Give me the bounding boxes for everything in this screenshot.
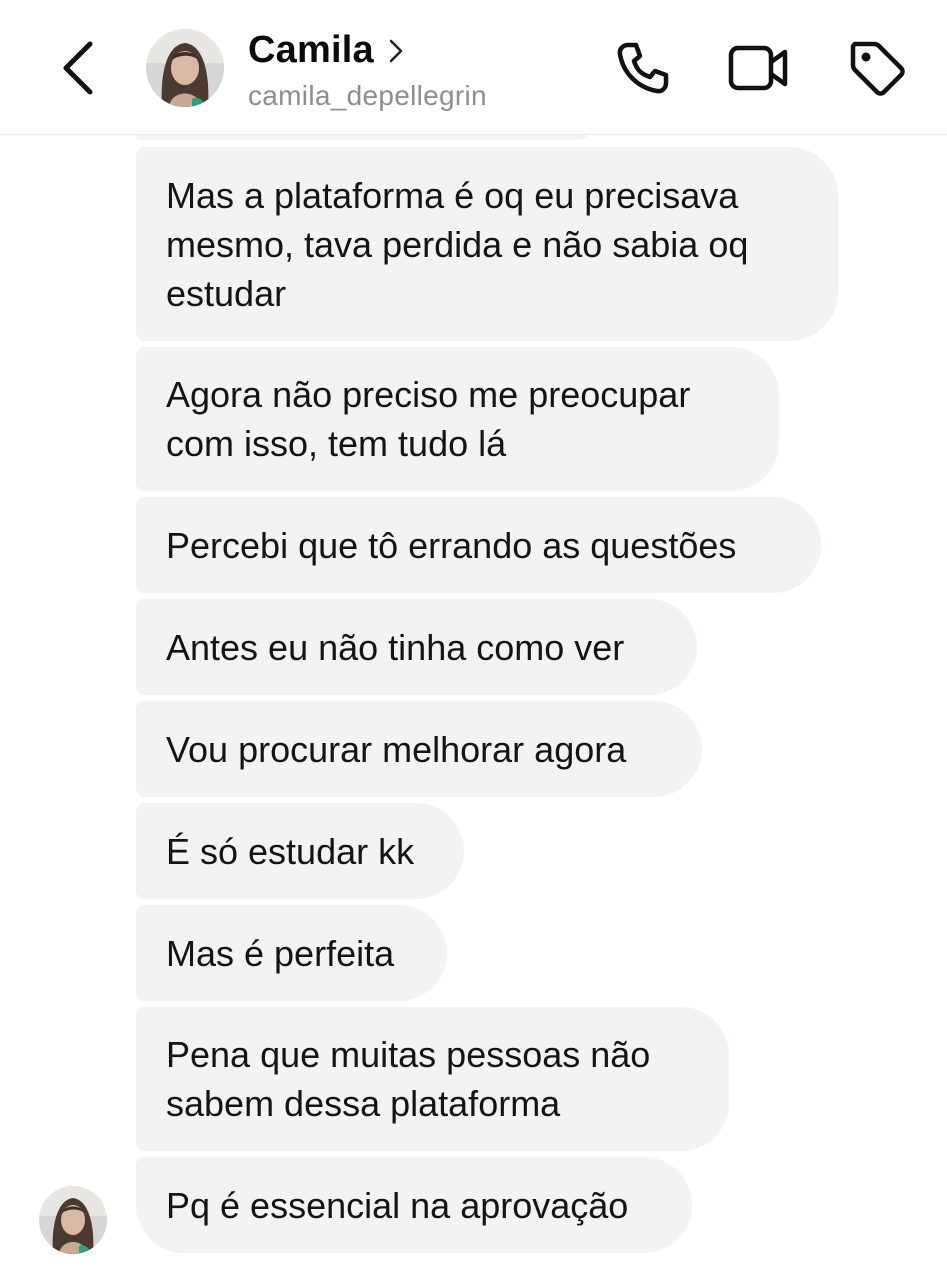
message-bubble[interactable]: Mas a plataforma é oq eu precisava mesmo… <box>136 147 838 341</box>
avatar-photo <box>39 1186 107 1254</box>
message-bubble[interactable]: É só estudar kk <box>136 803 464 899</box>
message-bubble[interactable]: Mas é perfeita <box>136 905 447 1001</box>
contact-name[interactable]: Camila <box>248 29 374 72</box>
sender-avatar[interactable] <box>39 1186 107 1254</box>
chat-header: Camila camila_depellegrin <box>0 0 947 135</box>
message-bubble[interactable]: Pq é essencial na aprovação <box>136 1157 692 1253</box>
audio-call-button[interactable] <box>611 36 675 100</box>
message-bubble[interactable]: Percebi que tô errando as questões <box>136 497 821 593</box>
chevron-right-icon <box>389 39 403 63</box>
message-bubble[interactable]: Antes eu não tinha como ver <box>136 599 697 695</box>
tag-icon <box>850 41 905 96</box>
video-camera-icon <box>728 45 788 91</box>
tag-button[interactable] <box>845 36 909 100</box>
message-bubble[interactable]: Pena que muitas pessoas não sabem dessa … <box>136 1007 729 1151</box>
message-bubble[interactable]: Vou procurar melhorar agora <box>136 701 702 797</box>
contact-info[interactable]: Camila camila_depellegrin <box>248 26 487 112</box>
back-button[interactable] <box>52 36 104 100</box>
message-bubble[interactable]: Agora não preciso me preocupar com isso,… <box>136 347 779 491</box>
contact-username: camila_depellegrin <box>248 80 487 111</box>
chevron-left-icon <box>63 41 93 95</box>
avatar-photo <box>146 29 224 107</box>
video-call-button[interactable] <box>727 36 791 100</box>
message-thread[interactable]: Mas a plataforma é oq eu precisava mesmo… <box>0 0 947 1280</box>
phone-icon <box>617 42 669 94</box>
header-avatar[interactable] <box>146 29 224 107</box>
